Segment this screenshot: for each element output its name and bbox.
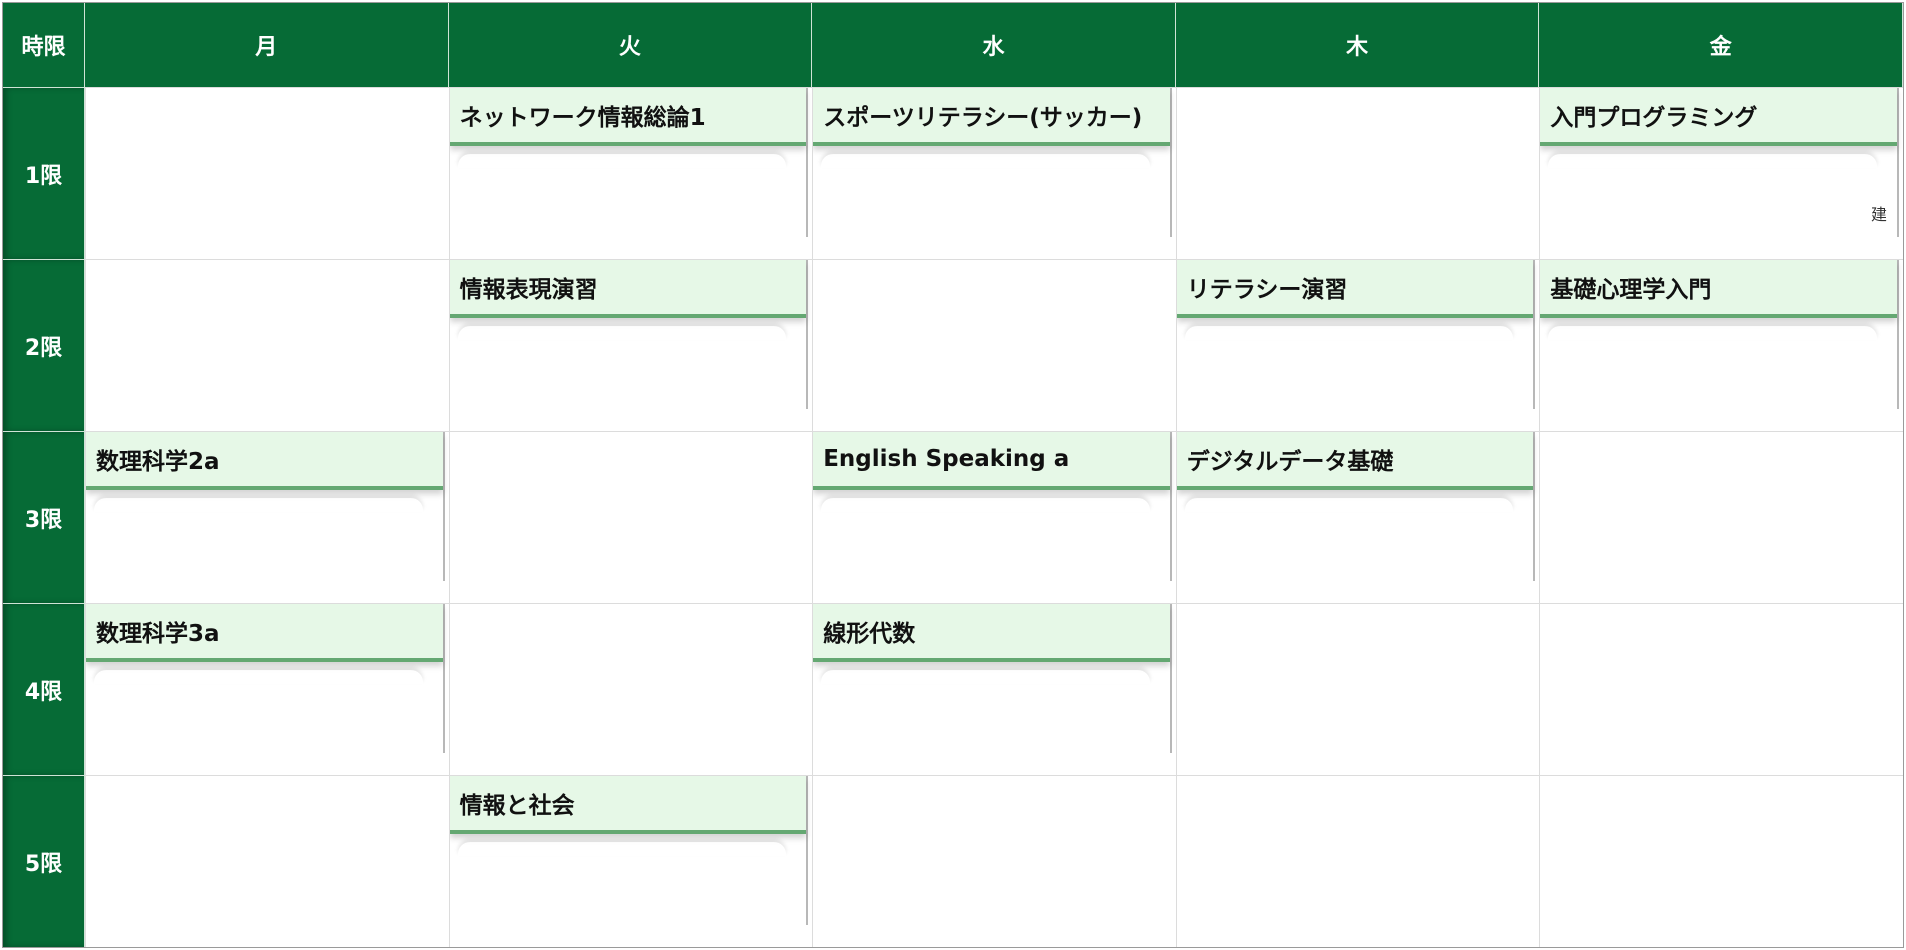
course-title[interactable]: デジタルデータ基礎 bbox=[1176, 432, 1534, 490]
cell-wed-period3[interactable]: English Speaking a bbox=[812, 431, 1176, 603]
course-title[interactable]: リテラシー演習 bbox=[1176, 260, 1534, 318]
cell-tue-period3[interactable] bbox=[448, 431, 813, 603]
course-card[interactable]: 数理科学2a bbox=[86, 432, 445, 581]
period-label-4: 4限 bbox=[3, 603, 85, 775]
course-card[interactable]: English Speaking a bbox=[813, 432, 1172, 581]
course-card[interactable]: リテラシー演習 bbox=[1176, 260, 1536, 409]
period-label-3: 3限 bbox=[3, 431, 85, 603]
cell-mon-period1[interactable] bbox=[85, 87, 449, 259]
period-label-2: 2限 bbox=[3, 259, 85, 431]
cell-wed-period1[interactable]: スポーツリテラシー(サッカー) bbox=[812, 87, 1176, 259]
cell-tue-period5[interactable]: 情報と社会 bbox=[448, 775, 813, 947]
course-details bbox=[450, 318, 807, 409]
course-title[interactable]: スポーツリテラシー(サッカー) bbox=[813, 88, 1170, 146]
cell-fri-period3[interactable] bbox=[1539, 431, 1903, 603]
header-day-wed: 水 bbox=[812, 3, 1176, 87]
period-label-5: 5限 bbox=[3, 775, 85, 947]
cell-mon-period4[interactable]: 数理科学3a bbox=[85, 603, 449, 775]
course-details bbox=[813, 146, 1170, 237]
cell-thu-period4[interactable] bbox=[1175, 603, 1540, 775]
course-title[interactable]: ネットワーク情報総論1 bbox=[449, 88, 807, 146]
course-details bbox=[86, 662, 443, 753]
course-title[interactable]: 情報と社会 bbox=[449, 776, 807, 834]
course-details bbox=[813, 490, 1170, 581]
course-title[interactable]: 入門プログラミング bbox=[1540, 88, 1897, 146]
cell-wed-period4[interactable]: 線形代数 bbox=[812, 603, 1176, 775]
course-details bbox=[450, 834, 807, 925]
course-card[interactable]: 情報表現演習 bbox=[449, 260, 809, 409]
course-details-pill bbox=[1185, 498, 1514, 512]
course-card[interactable]: 入門プログラミング建 bbox=[1540, 88, 1899, 237]
course-details-pill bbox=[1548, 326, 1877, 340]
course-card[interactable]: 基礎心理学入門 bbox=[1540, 260, 1899, 409]
cell-tue-period2[interactable]: 情報表現演習 bbox=[448, 259, 813, 431]
course-details-pill bbox=[94, 670, 423, 684]
course-card[interactable]: デジタルデータ基礎 bbox=[1176, 432, 1536, 581]
header-day-mon: 月 bbox=[85, 3, 449, 87]
course-card[interactable]: ネットワーク情報総論1 bbox=[449, 88, 809, 237]
course-details-pill bbox=[458, 842, 787, 856]
course-card[interactable]: 線形代数 bbox=[813, 604, 1172, 753]
course-details bbox=[813, 662, 1170, 753]
cell-thu-period1[interactable] bbox=[1175, 87, 1540, 259]
cell-mon-period2[interactable] bbox=[85, 259, 449, 431]
cell-tue-period4[interactable] bbox=[448, 603, 813, 775]
cell-fri-period2[interactable]: 基礎心理学入門 bbox=[1539, 259, 1903, 431]
course-details bbox=[450, 146, 807, 237]
cell-tue-period1[interactable]: ネットワーク情報総論1 bbox=[448, 87, 813, 259]
course-card[interactable]: スポーツリテラシー(サッカー) bbox=[813, 88, 1172, 237]
course-details bbox=[1177, 490, 1534, 581]
course-details-pill bbox=[1185, 326, 1514, 340]
cell-thu-period5[interactable] bbox=[1175, 775, 1540, 947]
course-title[interactable]: 情報表現演習 bbox=[449, 260, 807, 318]
cell-thu-period3[interactable]: デジタルデータ基礎 bbox=[1175, 431, 1540, 603]
cell-thu-period2[interactable]: リテラシー演習 bbox=[1175, 259, 1540, 431]
course-details-pill bbox=[821, 670, 1150, 684]
course-details: 建 bbox=[1540, 146, 1897, 237]
header-period: 時限 bbox=[3, 3, 85, 87]
course-card[interactable]: 数理科学3a bbox=[86, 604, 445, 753]
header-day-thu: 木 bbox=[1175, 3, 1540, 87]
cell-mon-period5[interactable] bbox=[85, 775, 449, 947]
course-title[interactable]: 線形代数 bbox=[813, 604, 1170, 662]
course-details bbox=[1177, 318, 1534, 409]
course-title[interactable]: 数理科学3a bbox=[86, 604, 443, 662]
course-card[interactable]: 情報と社会 bbox=[449, 776, 809, 925]
cell-mon-period3[interactable]: 数理科学2a bbox=[85, 431, 449, 603]
course-details-pill bbox=[821, 154, 1150, 168]
course-details-pill bbox=[458, 154, 787, 168]
course-title[interactable]: English Speaking a bbox=[813, 432, 1170, 490]
course-details-pill bbox=[94, 498, 423, 512]
header-day-fri: 金 bbox=[1539, 3, 1903, 87]
cell-wed-period5[interactable] bbox=[812, 775, 1176, 947]
course-title[interactable]: 基礎心理学入門 bbox=[1540, 260, 1897, 318]
course-details bbox=[86, 490, 443, 581]
header-day-tue: 火 bbox=[448, 3, 813, 87]
timetable-grid: 時限 月 火 水 木 金 1限 ネットワーク情報総論1 スポーツリテラシー(サッカー… bbox=[2, 2, 1904, 948]
course-details-pill bbox=[458, 326, 787, 340]
cell-fri-period1[interactable]: 入門プログラミング建 bbox=[1539, 87, 1903, 259]
cell-wed-period2[interactable] bbox=[812, 259, 1176, 431]
course-details-pill bbox=[821, 498, 1150, 512]
cell-fri-period5[interactable] bbox=[1539, 775, 1903, 947]
cell-fri-period4[interactable] bbox=[1539, 603, 1903, 775]
course-details-pill bbox=[1548, 154, 1877, 168]
course-title[interactable]: 数理科学2a bbox=[86, 432, 443, 490]
course-details bbox=[1540, 318, 1897, 409]
course-room: 建 bbox=[1870, 205, 1887, 224]
period-label-1: 1限 bbox=[3, 87, 85, 259]
